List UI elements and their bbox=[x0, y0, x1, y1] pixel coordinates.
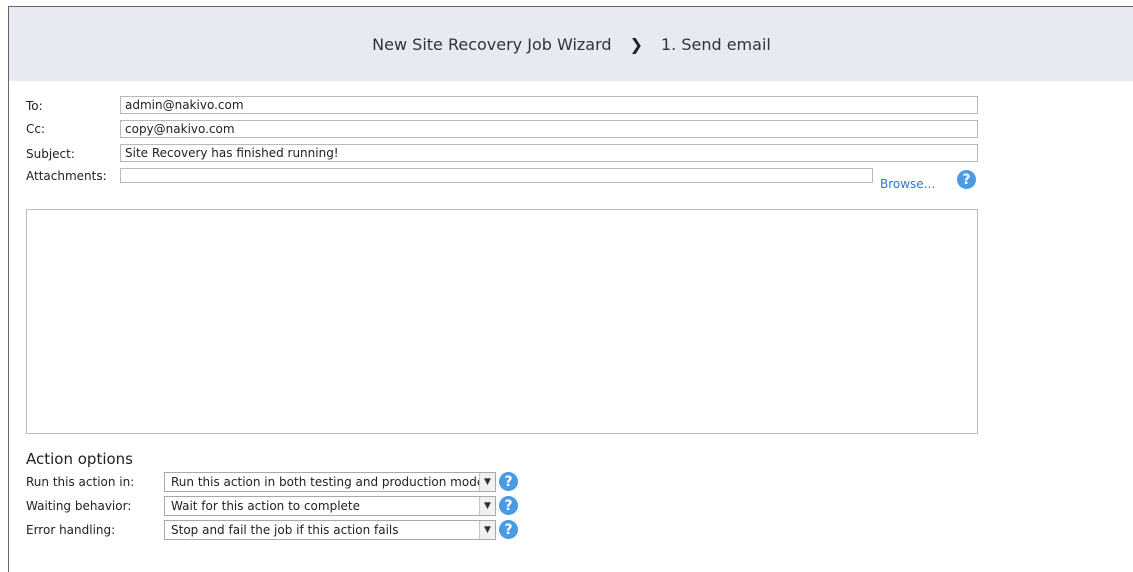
waiting-label: Waiting behavior: bbox=[26, 499, 132, 513]
waiting-select[interactable]: Wait for this action to complete ▼ bbox=[164, 496, 496, 516]
wizard-header: New Site Recovery Job Wizard ❯ 1. Send e… bbox=[9, 7, 1133, 81]
run-in-value: Run this action in both testing and prod… bbox=[171, 475, 485, 489]
waiting-value: Wait for this action to complete bbox=[171, 499, 360, 513]
cc-label: Cc: bbox=[26, 122, 46, 136]
browse-link[interactable]: Browse... bbox=[880, 177, 935, 191]
attachments-field[interactable] bbox=[120, 168, 873, 183]
chevron-right-icon: ❯ bbox=[629, 34, 643, 54]
subject-label: Subject: bbox=[26, 147, 75, 161]
help-icon[interactable]: ? bbox=[499, 472, 518, 491]
run-in-label: Run this action in: bbox=[26, 475, 135, 489]
attachments-label: Attachments: bbox=[26, 169, 107, 183]
error-label: Error handling: bbox=[26, 523, 116, 537]
email-body-textarea[interactable] bbox=[26, 209, 978, 434]
wizard-step-label: 1. Send email bbox=[660, 34, 771, 54]
wizard-frame: New Site Recovery Job Wizard ❯ 1. Send e… bbox=[8, 6, 1133, 572]
error-value: Stop and fail the job if this action fai… bbox=[171, 523, 399, 537]
chevron-down-icon: ▼ bbox=[479, 521, 495, 539]
help-icon[interactable]: ? bbox=[957, 170, 976, 189]
chevron-down-icon: ▼ bbox=[479, 497, 495, 515]
to-field[interactable]: admin@nakivo.com bbox=[120, 96, 978, 114]
help-icon[interactable]: ? bbox=[499, 520, 518, 539]
wizard-title: New Site Recovery Job Wizard bbox=[372, 34, 612, 54]
chevron-down-icon: ▼ bbox=[479, 473, 495, 491]
action-options-title: Action options bbox=[26, 450, 133, 468]
to-label: To: bbox=[26, 99, 43, 113]
cc-field[interactable]: copy@nakivo.com bbox=[120, 120, 978, 138]
subject-field[interactable]: Site Recovery has finished running! bbox=[120, 144, 978, 162]
run-in-select[interactable]: Run this action in both testing and prod… bbox=[164, 472, 496, 492]
help-icon[interactable]: ? bbox=[499, 496, 518, 515]
error-select[interactable]: Stop and fail the job if this action fai… bbox=[164, 520, 496, 540]
